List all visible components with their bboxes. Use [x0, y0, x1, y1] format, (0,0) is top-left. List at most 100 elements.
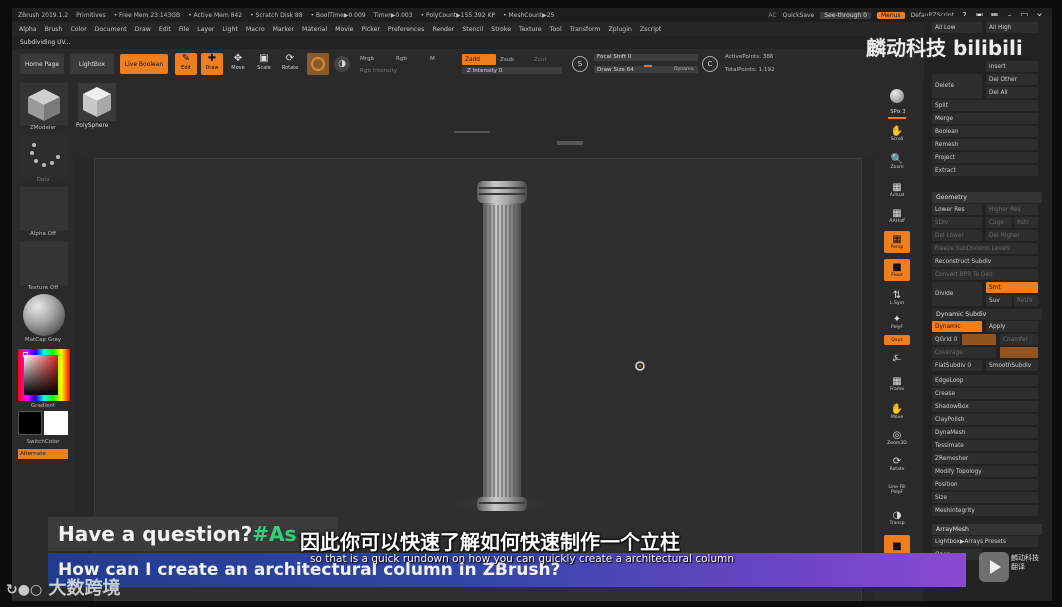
spix-button[interactable]	[884, 85, 910, 107]
menus-button[interactable]: Menus	[876, 11, 905, 19]
polysphere-thumb[interactable]	[78, 83, 116, 121]
edgeloop-section[interactable]: EdgeLoop	[932, 375, 1038, 386]
lsym-button[interactable]: ⇅ L.Sym	[884, 287, 910, 309]
rgb-toggle[interactable]: Rgb	[396, 56, 407, 62]
higher-res-button[interactable]: Higher Res	[986, 204, 1038, 215]
menu-stroke[interactable]: Stroke	[491, 26, 511, 33]
reuv-toggle[interactable]: ReUV	[1014, 295, 1038, 306]
rstr-button[interactable]: Rstr	[1014, 217, 1038, 228]
cage-button[interactable]: Cage	[986, 217, 1012, 228]
mrgb-toggle[interactable]: Mrgb	[360, 56, 374, 62]
menu-edit[interactable]: Edit	[159, 26, 171, 33]
tessimate-section[interactable]: Tessimate	[932, 440, 1038, 451]
dynamic-subdiv-section[interactable]: Dynamic Subdiv	[932, 309, 1042, 320]
del-higher-button[interactable]: Del Higher	[986, 230, 1038, 241]
scroll-button[interactable]: ✋ Scroll	[884, 123, 910, 145]
rgb-icon[interactable]: C	[702, 56, 718, 72]
divide-button[interactable]: Divide	[932, 282, 982, 306]
modify-topology-section[interactable]: Modify Topology	[932, 466, 1038, 477]
shadowbox-section[interactable]: ShadowBox	[932, 401, 1038, 412]
convert-bpr-button[interactable]: Convert BPR To Geo	[932, 269, 1038, 280]
lightbox-button[interactable]: LightBox	[70, 54, 114, 74]
menu-color[interactable]: Color	[70, 26, 86, 33]
geometry-section[interactable]: Geometry	[932, 192, 1042, 203]
transp-button[interactable]: ◑ Transp	[884, 507, 910, 529]
coverage-slider[interactable]: Coverage	[932, 347, 996, 358]
alpha-thumb[interactable]	[20, 187, 68, 231]
zadd-toggle[interactable]: Zadd	[462, 54, 496, 65]
lightbox-arrays-presets-button[interactable]: Lightbox▶Arrays Presets	[932, 536, 1038, 547]
menu-texture[interactable]: Texture	[519, 26, 542, 33]
canvas-scroll-handle[interactable]	[557, 141, 583, 145]
alternate-button[interactable]: Alternate	[18, 449, 68, 459]
claypolish-section[interactable]: ClayPolish	[932, 414, 1038, 425]
delete-button[interactable]: Delete	[932, 74, 982, 98]
insert-button[interactable]: Insert	[986, 61, 1038, 72]
focal-icon[interactable]: S	[572, 56, 588, 72]
spix-slider-bar[interactable]	[888, 117, 906, 119]
menu-preferences[interactable]: Preferences	[388, 26, 424, 33]
live-boolean-button[interactable]: Live Boolean	[120, 54, 168, 74]
see-through-slider[interactable]: See-through 0	[820, 11, 871, 19]
primary-color-swatch[interactable]	[44, 411, 68, 435]
reconstruct-subdiv-button[interactable]: Reconstruct Subdiv	[932, 256, 1038, 267]
zmodeler-brush-thumb[interactable]	[20, 83, 68, 125]
flatsubdiv-slider[interactable]: FlatSubdiv 0	[932, 360, 982, 371]
menu-brush[interactable]: Brush	[45, 26, 63, 33]
apply-button[interactable]: Apply	[986, 321, 1038, 332]
menu-zscript[interactable]: Zscript	[640, 26, 661, 33]
menu-light[interactable]: Light	[222, 26, 237, 33]
move-mode-button[interactable]: ✥ Move	[227, 53, 249, 75]
menu-marker[interactable]: Marker	[273, 26, 294, 33]
menu-material[interactable]: Material	[302, 26, 327, 33]
scale-mode-button[interactable]: ▣ Scale	[253, 53, 275, 75]
dynamic-toggle[interactable]: Dynamic	[932, 321, 982, 332]
crease-section[interactable]: Crease	[932, 388, 1038, 399]
del-other-button[interactable]: Del Other	[986, 74, 1038, 85]
frame-button[interactable]: ▦ Frame	[884, 373, 910, 395]
material-swatch[interactable]	[307, 53, 329, 75]
xyz-button[interactable]: Qxyz	[884, 335, 910, 345]
rotate-y-button[interactable]: ⍼	[884, 347, 910, 369]
lower-res-button[interactable]: Lower Res	[932, 204, 982, 215]
chamfer-toggle[interactable]: Chamfer	[1000, 334, 1038, 345]
dynamesh-section[interactable]: DynaMesh	[932, 427, 1038, 438]
matcap-thumb[interactable]	[20, 293, 68, 337]
freeze-subdiv-button[interactable]: Freeze SubDivision Levels	[932, 243, 1038, 254]
smt-toggle[interactable]: Smt	[986, 282, 1038, 293]
boolean-button[interactable]: Boolean	[932, 126, 1038, 137]
zsub-toggle[interactable]: Zsub	[500, 57, 514, 63]
rgb-intensity-slider[interactable]: Rgb Intensity	[360, 68, 397, 74]
rotate-mode-button[interactable]: ⟳ Rotate	[279, 53, 301, 75]
menu-file[interactable]: File	[179, 26, 189, 33]
menu-stencil[interactable]: Stencil	[462, 26, 483, 33]
persp-button[interactable]: ▦ Persp	[884, 231, 910, 253]
edit-mode-button[interactable]: ✎ Edit	[175, 53, 197, 75]
menu-zplugin[interactable]: Zplugin	[608, 26, 631, 33]
stroke-dots-thumb[interactable]	[20, 135, 68, 177]
size-section[interactable]: Size	[932, 492, 1038, 503]
meshintegrity-section[interactable]: MeshIntegrity	[932, 505, 1038, 516]
color-mode-icon[interactable]: ◑	[334, 56, 350, 72]
menu-movie[interactable]: Movie	[335, 26, 353, 33]
coverage-option[interactable]	[1000, 347, 1038, 358]
zcut-toggle[interactable]: Zcut	[534, 57, 547, 63]
switchcolor-button[interactable]: SwitchColor	[12, 439, 74, 445]
aahalf-button[interactable]: ▦ AAHalf	[884, 205, 910, 227]
menu-picker[interactable]: Picker	[361, 26, 379, 33]
sdiv-slider[interactable]: SDiv	[932, 217, 982, 228]
polyf-button[interactable]: ✦ PolyF	[884, 311, 910, 333]
menu-document[interactable]: Document	[95, 26, 127, 33]
arraymesh-section[interactable]: ArrayMesh	[932, 524, 1042, 535]
qgrid-slider[interactable]: QGrid 0	[932, 334, 960, 345]
move-view-button[interactable]: ✋ Move	[884, 401, 910, 423]
dynamic-toggle[interactable]: Dynamic	[674, 67, 694, 72]
merge-button[interactable]: Merge	[932, 113, 1038, 124]
smoothsubdiv-slider[interactable]: SmoothSubdiv	[986, 360, 1038, 371]
menu-macro[interactable]: Macro	[246, 26, 265, 33]
remesh-button[interactable]: Remesh	[932, 139, 1038, 150]
zremesher-section[interactable]: ZRemesher	[932, 453, 1038, 464]
zoom-button[interactable]: 🔍 Zoom	[884, 151, 910, 173]
menu-alpha[interactable]: Alpha	[19, 26, 37, 33]
split-button[interactable]: Split	[932, 100, 1038, 111]
